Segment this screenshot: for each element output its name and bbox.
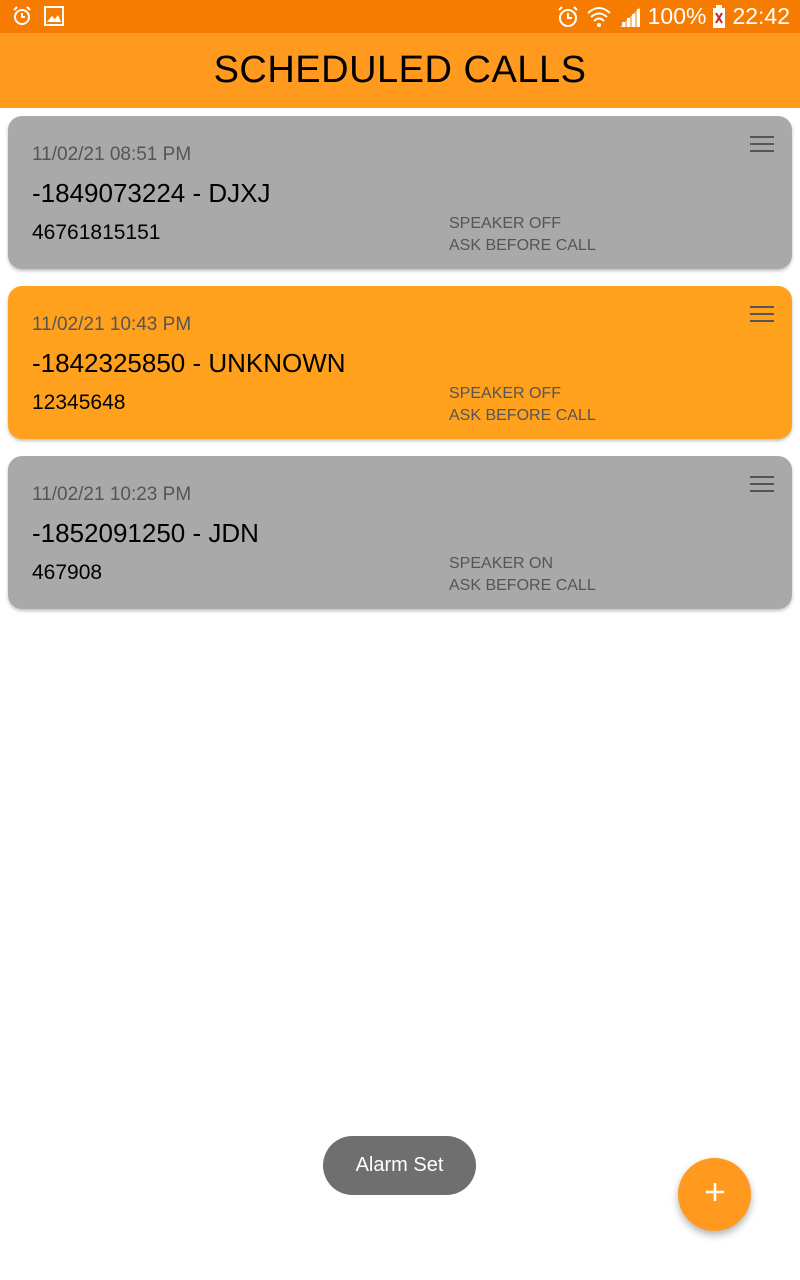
call-datetime: 11/02/21 10:43 PM [32, 314, 192, 335]
status-left [12, 6, 64, 26]
call-speaker-status: SPEAKER ON [449, 555, 554, 572]
toast-message: Alarm Set [323, 1136, 476, 1195]
drag-handle-icon[interactable] [750, 306, 776, 326]
call-ask-status: ASK BEFORE CALL [449, 407, 596, 424]
battery-percent: 100% [647, 3, 707, 29]
app-bar: SCHEDULED CALLS [0, 33, 800, 108]
call-ask-status: ASK BEFORE CALL [449, 577, 596, 594]
call-datetime: 11/02/21 10:23 PM [32, 484, 192, 505]
drag-handle-icon[interactable] [750, 136, 776, 156]
add-call-button[interactable] [678, 1158, 751, 1231]
call-ask-status: ASK BEFORE CALL [449, 237, 596, 254]
call-card[interactable]: 11/02/21 10:23 PM -1852091250 - JDN 4679… [8, 456, 792, 609]
status-bar: 100% 22:42 [0, 0, 800, 33]
call-speaker-status: SPEAKER OFF [449, 385, 562, 402]
call-number: 467908 [32, 561, 103, 584]
alarm-icon [556, 5, 580, 29]
drag-handle-icon[interactable] [750, 476, 776, 496]
clock: 22:42 [732, 3, 790, 29]
wifi-icon [586, 5, 612, 29]
alarm-icon [12, 6, 32, 26]
call-number: 12345648 [32, 391, 126, 414]
call-datetime: 11/02/21 08:51 PM [32, 144, 192, 165]
call-title: -1852091250 - JDN [32, 518, 259, 548]
call-title: -1842325850 - UNKNOWN [32, 348, 346, 378]
plus-icon [704, 1181, 726, 1208]
battery-icon [712, 4, 726, 29]
call-speaker-status: SPEAKER OFF [449, 215, 562, 232]
signal-icon [618, 5, 642, 29]
call-title: -1849073224 - DJXJ [32, 178, 271, 208]
scheduled-calls-list: 11/02/21 08:51 PM -1849073224 - DJXJ 467… [8, 116, 792, 626]
call-card[interactable]: 11/02/21 10:43 PM -1842325850 - UNKNOWN … [8, 286, 792, 439]
image-icon [44, 6, 64, 26]
page-title: SCHEDULED CALLS [213, 49, 587, 91]
status-right: 100% 22:42 [556, 0, 790, 33]
call-number: 46761815151 [32, 221, 161, 244]
call-card[interactable]: 11/02/21 08:51 PM -1849073224 - DJXJ 467… [8, 116, 792, 269]
